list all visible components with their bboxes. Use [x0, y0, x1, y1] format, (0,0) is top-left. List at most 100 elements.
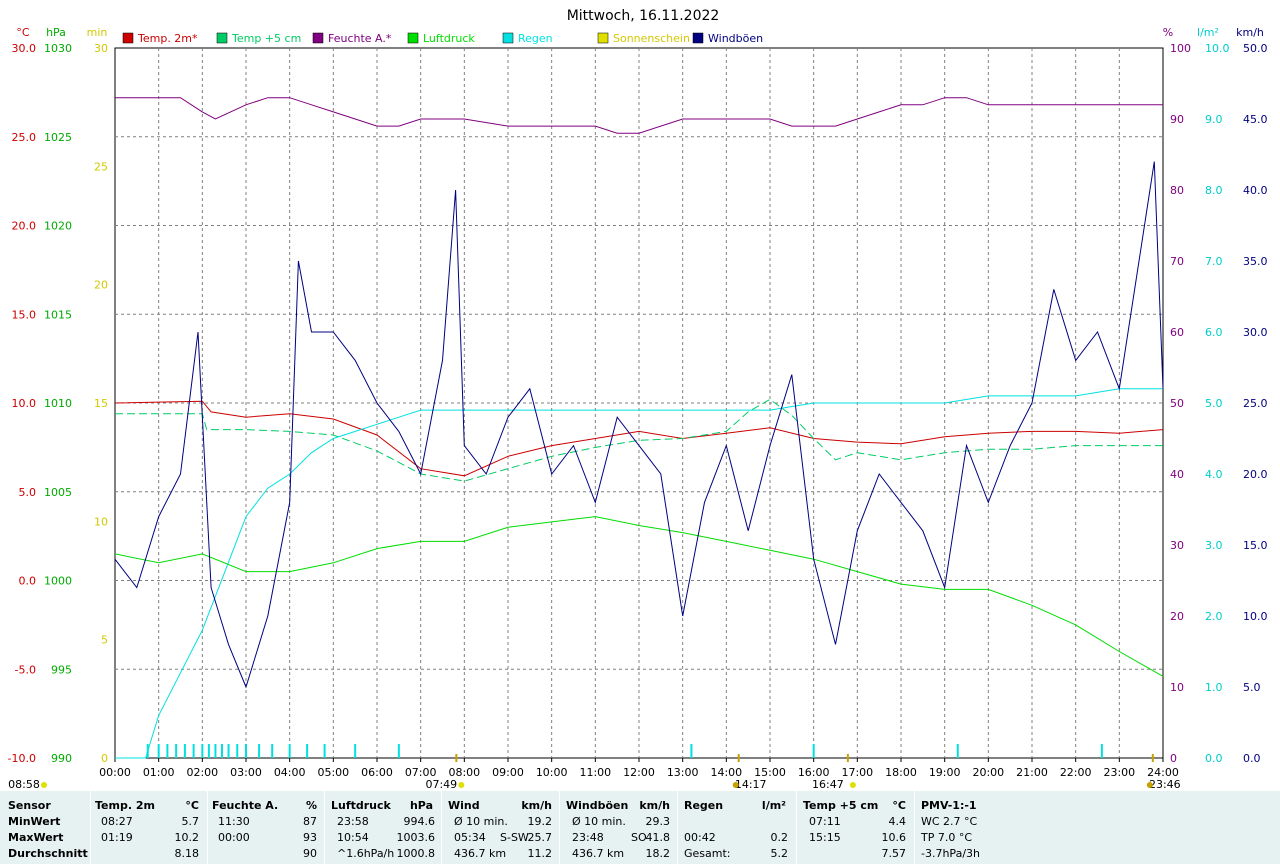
min-axis-tick: 0 [101, 752, 108, 765]
stats-separator [796, 791, 797, 864]
pct-axis-tick: 0 [1170, 752, 1177, 765]
stats-header: Sensor [8, 799, 51, 812]
stats-wind-label: 05:34 [454, 831, 486, 844]
stats-gust-label: 23:48 [572, 831, 604, 844]
stats-header: PMV-1:-1 [921, 799, 977, 812]
stats-t5-time: 15:15 [809, 831, 841, 844]
kmh-axis-tick: 40.0 [1243, 184, 1268, 197]
x-tick-label: 20:00 [972, 766, 1004, 779]
hpa-axis-tick: 1010 [44, 397, 72, 410]
temp-axis-tick: 0.0 [19, 575, 37, 588]
kmh-axis-tick: 45.0 [1243, 113, 1268, 126]
temp-axis-tick: -10.0 [8, 752, 36, 765]
stats-humidity-value: 93 [303, 831, 317, 844]
min-axis-tick: 5 [101, 634, 108, 647]
stats-gust-value: 29.3 [645, 815, 671, 828]
weather-chart: Mittwoch, 16.11.2022 30.0 25.0 20.0 15.0 10.… [8, 8, 1268, 791]
lm2-axis-tick: 1.0 [1205, 681, 1223, 694]
x-tick-label: 09:00 [492, 766, 524, 779]
stats-header: °C [185, 799, 199, 812]
legend-label: Feuchte A.* [328, 32, 392, 45]
temp-axis-unit: °C [16, 26, 30, 39]
stats-pmv: WC 2.7 °C [921, 815, 978, 828]
x-tick-label: 22:00 [1060, 766, 1092, 779]
legend-swatch [216, 32, 228, 44]
stats-pmv: TP 7.0 °C [921, 831, 973, 844]
stats-humidity-time: 11:30 [218, 815, 250, 828]
kmh-axis-tick: 0.0 [1243, 752, 1261, 765]
stats-header: km/h [521, 799, 552, 812]
stats-rain-time: Gesamt: [684, 847, 731, 860]
lm2-axis-tick: 10.0 [1205, 42, 1230, 55]
legend-swatch [597, 32, 609, 44]
sun-marker-icon [1146, 782, 1153, 788]
x-tick-label: 17:00 [841, 766, 873, 779]
x-tick-label: 18:00 [885, 766, 917, 779]
hpa-axis-tick: 1025 [44, 131, 72, 144]
stats-pressure-time: 10:54 [337, 831, 369, 844]
stats-gust-label: 436.7 km [572, 847, 625, 860]
stats-temp-time: 01:19 [101, 831, 133, 844]
legend-swatch [692, 32, 704, 44]
stats-humidity-value: 90 [303, 847, 317, 860]
hpa-axis-tick: 1005 [44, 486, 72, 499]
stats-panel: Sensor Temp. 2m °C Feuchte A.% Luftdruck hPa W… [0, 791, 1280, 864]
hpa-axis-tick: 995 [51, 663, 72, 676]
x-tick-label: 05:00 [317, 766, 349, 779]
x-tick-label: 12:00 [623, 766, 655, 779]
pct-axis-tick: 40 [1170, 468, 1184, 481]
sunrise-prev-icon [41, 782, 47, 788]
stats-wind-label: 436.7 km [454, 847, 507, 860]
kmh-axis-tick: 20.0 [1243, 468, 1268, 481]
sun-marker-icon [458, 782, 465, 788]
stats-wind-dir: S-SW [500, 831, 529, 844]
stats-wind-value: 19.2 [527, 815, 553, 828]
stats-header: Regen [684, 799, 724, 812]
stats-pressure-time: 23:58 [337, 815, 369, 828]
pct-axis-tick: 30 [1170, 539, 1184, 552]
lm2-axis-tick: 3.0 [1205, 539, 1223, 552]
stats-rain-time: 00:42 [684, 831, 716, 844]
stats-t5-value: 7.57 [881, 847, 907, 860]
x-tick-label: 04:00 [274, 766, 306, 779]
chart-title: Mittwoch, 16.11.2022 [567, 8, 720, 24]
pct-axis-tick: 60 [1170, 326, 1184, 339]
stats-row-label: Durchschnitt [8, 847, 88, 860]
stats-header: Wind [448, 799, 480, 812]
pct-axis-tick: 70 [1170, 255, 1184, 268]
x-tick-label: 13:00 [667, 766, 699, 779]
min-axis-tick: 10 [94, 515, 108, 528]
x-tick-label: 21:00 [1016, 766, 1048, 779]
temp-axis-tick: 5.0 [19, 486, 37, 499]
stats-temp-value: 10.2 [174, 831, 200, 844]
stats-wind-value: 25.7 [527, 831, 553, 844]
legend-label: Temp. 2m* [137, 32, 198, 45]
stats-header: l/m² [761, 799, 786, 812]
grid [114, 47, 1164, 759]
stats-separator [914, 791, 915, 864]
stats-pressure-value: 1003.6 [396, 831, 436, 844]
pct-axis-tick: 10 [1170, 681, 1184, 694]
stats-separator [207, 791, 208, 864]
stats-separator [324, 791, 325, 864]
min-axis-unit: min [87, 26, 108, 39]
stats-t5-value: 4.4 [888, 815, 907, 828]
temp-axis-tick: -5.0 [15, 663, 36, 676]
x-tick-label: 03:00 [230, 766, 262, 779]
stats-separator [90, 791, 91, 864]
stats-gust-value: 18.2 [645, 847, 671, 860]
temp-axis-tick: 15.0 [12, 308, 37, 321]
kmh-axis-tick: 10.0 [1243, 610, 1268, 623]
sun-marker-icon [732, 782, 739, 788]
hpa-axis-tick: 1030 [44, 42, 72, 55]
stats-rain-value: 5.2 [770, 847, 789, 860]
x-tick-label: 23:00 [1103, 766, 1135, 779]
temp-axis-tick: 20.0 [12, 220, 37, 233]
temp-axis-tick: 10.0 [12, 397, 37, 410]
stats-pressure-value: 1000.8 [396, 847, 436, 860]
lm2-axis-unit: l/m² [1197, 26, 1219, 39]
legend-label: Temp +5 cm [231, 32, 301, 45]
x-tick-label: 11:00 [579, 766, 611, 779]
sun-marker-time: 16:47 [812, 778, 844, 791]
lm2-axis-tick: 4.0 [1205, 468, 1223, 481]
